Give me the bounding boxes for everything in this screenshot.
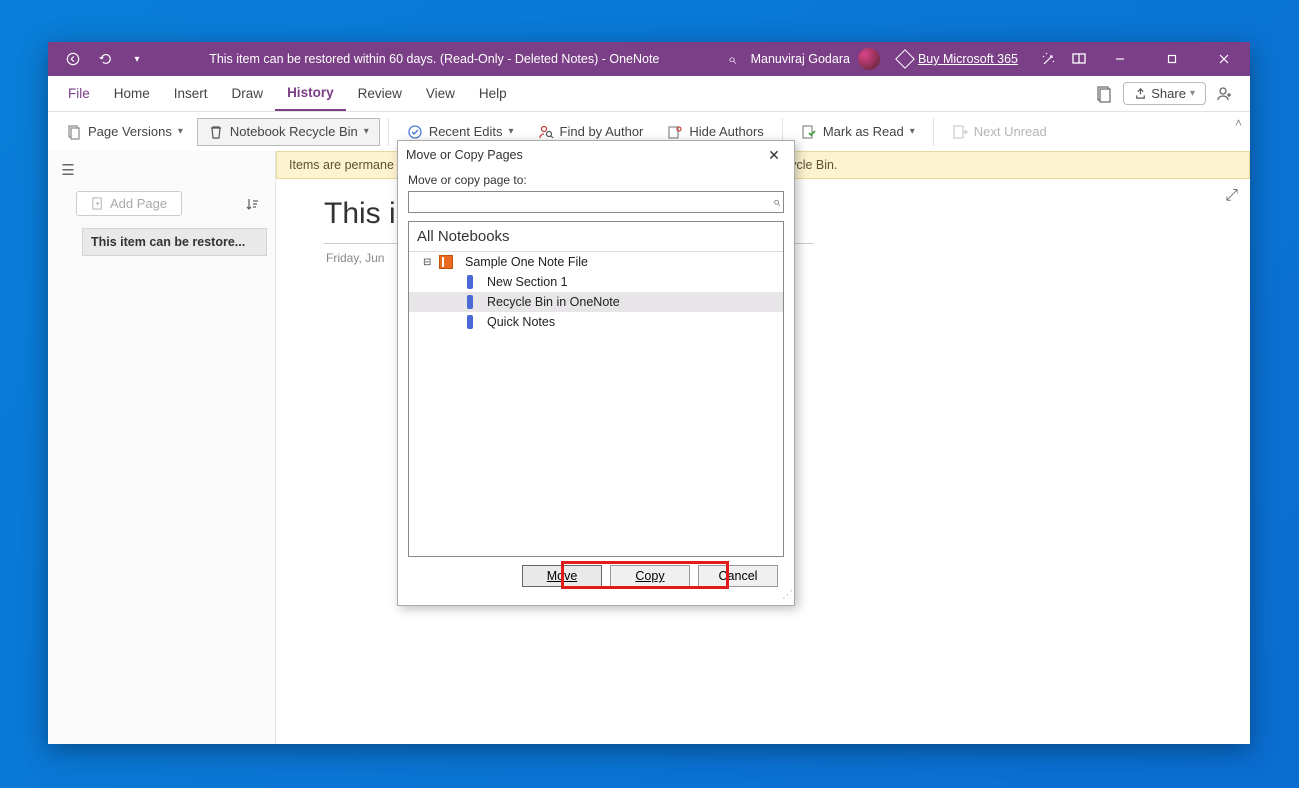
notebook-recycle-bin-button[interactable]: Notebook Recycle Bin ▾	[197, 118, 380, 146]
tab-home[interactable]: Home	[102, 76, 162, 111]
title-bar-right: ⌕ Manuviraj Godara Buy Microsoft 365	[721, 42, 1250, 76]
find-author-label: Find by Author	[560, 124, 644, 139]
section-icon	[467, 275, 473, 289]
info-bar-text-left: Items are permane	[289, 158, 394, 172]
collapse-icon[interactable]: ⊟	[423, 257, 433, 268]
dialog-title: Move or Copy Pages	[406, 148, 523, 162]
tab-help[interactable]: Help	[467, 76, 519, 111]
mark-as-read-button[interactable]: Mark as Read ▾	[791, 119, 925, 145]
dialog-close-button[interactable]: ✕	[762, 143, 786, 167]
tree-section-row[interactable]: Recycle Bin in OneNote	[409, 292, 783, 312]
recent-edits-label: Recent Edits	[429, 124, 503, 139]
page-versions-button[interactable]: Page Versions ▾	[56, 119, 193, 145]
cancel-button[interactable]: Cancel	[698, 565, 778, 587]
undo-button[interactable]	[94, 48, 116, 70]
comments-icon[interactable]	[1214, 83, 1236, 105]
share-label: Share	[1151, 86, 1186, 101]
page-date: Friday, Jun	[326, 251, 384, 265]
tab-file[interactable]: File	[56, 76, 102, 111]
clock-check-icon	[407, 124, 423, 140]
move-button[interactable]: Move	[522, 565, 602, 587]
chevron-down-icon: ▾	[910, 126, 915, 137]
separator	[933, 118, 934, 146]
section-icon	[467, 295, 473, 309]
page-versions-icon	[66, 124, 82, 140]
qat-customize-icon[interactable]: ▾	[126, 48, 148, 70]
window-title: This item can be restored within 60 days…	[148, 52, 721, 66]
tab-history[interactable]: History	[275, 76, 346, 111]
section-label: Quick Notes	[487, 315, 555, 329]
resize-grip-icon[interactable]: ⋰	[782, 593, 792, 603]
buy-label: Buy Microsoft 365	[918, 52, 1018, 66]
collapse-ribbon-icon[interactable]: ˄	[1235, 116, 1242, 130]
page-list-item[interactable]: This item can be restore...	[82, 228, 267, 256]
add-page-icon	[91, 197, 104, 210]
person-search-icon	[538, 124, 554, 140]
notebook-icon	[439, 255, 453, 269]
diamond-icon	[895, 49, 915, 69]
chevron-down-icon: ▾	[178, 126, 183, 137]
linked-notes-icon[interactable]	[1093, 83, 1115, 105]
tree-header: All Notebooks	[409, 222, 783, 252]
move-copy-dialog: Move or Copy Pages ✕ Move or copy page t…	[397, 140, 795, 606]
section-label: New Section 1	[487, 275, 568, 289]
window-mode-icon[interactable]	[1068, 48, 1090, 70]
hamburger-icon[interactable]: ☰	[48, 157, 88, 183]
share-button[interactable]: Share ▾	[1123, 82, 1206, 105]
separator	[388, 118, 389, 146]
search-icon: ⌕	[773, 194, 780, 210]
trash-icon	[208, 124, 224, 140]
add-page-label: Add Page	[110, 196, 167, 211]
tree-section-row[interactable]: New Section 1	[409, 272, 783, 292]
title-bar-left: ▾	[48, 48, 148, 70]
tab-review[interactable]: Review	[346, 76, 414, 111]
dialog-titlebar: Move or Copy Pages ✕	[398, 141, 794, 169]
user-name: Manuviraj Godara	[751, 52, 850, 66]
next-unread-icon	[952, 124, 968, 140]
next-unread-button: Next Unread	[942, 119, 1057, 145]
account-area[interactable]: Manuviraj Godara	[751, 48, 880, 70]
mark-read-icon	[801, 124, 817, 140]
recycle-bin-label: Notebook Recycle Bin	[230, 124, 358, 139]
notebook-label: Sample One Note File	[465, 255, 588, 269]
wand-icon[interactable]	[1038, 48, 1060, 70]
sort-icon[interactable]	[245, 197, 265, 211]
maximize-button[interactable]	[1150, 42, 1194, 76]
hide-authors-icon	[667, 124, 683, 140]
dialog-search-input[interactable]	[408, 191, 784, 213]
next-unread-label: Next Unread	[974, 124, 1047, 139]
tab-view[interactable]: View	[414, 76, 467, 111]
ribbon-tabs: File Home Insert Draw History Review Vie…	[48, 76, 1250, 111]
add-page-button[interactable]: Add Page	[76, 191, 182, 216]
chevron-down-icon: ▾	[364, 126, 369, 137]
title-bar: ▾ This item can be restored within 60 da…	[48, 42, 1250, 76]
minimize-button[interactable]	[1098, 42, 1142, 76]
back-button[interactable]	[62, 48, 84, 70]
page-title: This i	[324, 197, 396, 231]
copy-button[interactable]: Copy	[610, 565, 690, 587]
tree-notebook-row[interactable]: ⊟ Sample One Note File	[409, 252, 783, 272]
dialog-label: Move or copy page to:	[408, 173, 784, 187]
close-button[interactable]	[1202, 42, 1246, 76]
chevron-down-icon: ▾	[509, 126, 514, 137]
tree-section-row[interactable]: Quick Notes	[409, 312, 783, 332]
page-list-panel: ☰ Add Page This item can be restore...	[48, 151, 276, 744]
tab-draw[interactable]: Draw	[220, 76, 276, 111]
hide-authors-label: Hide Authors	[689, 124, 763, 139]
dialog-button-row: Move Copy Cancel	[408, 557, 784, 595]
tab-insert[interactable]: Insert	[162, 76, 220, 111]
avatar	[858, 48, 880, 70]
expand-page-icon[interactable]: ⤢	[1225, 187, 1238, 205]
section-label: Recycle Bin in OneNote	[487, 295, 620, 309]
mark-read-label: Mark as Read	[823, 124, 904, 139]
chevron-down-icon: ▾	[1190, 88, 1195, 99]
section-icon	[467, 315, 473, 329]
page-versions-label: Page Versions	[88, 124, 172, 139]
notebook-tree[interactable]: All Notebooks ⊟ Sample One Note File New…	[408, 221, 784, 557]
buy-microsoft-365[interactable]: Buy Microsoft 365	[898, 52, 1018, 66]
titlebar-search-icon[interactable]: ⌕	[721, 48, 743, 70]
